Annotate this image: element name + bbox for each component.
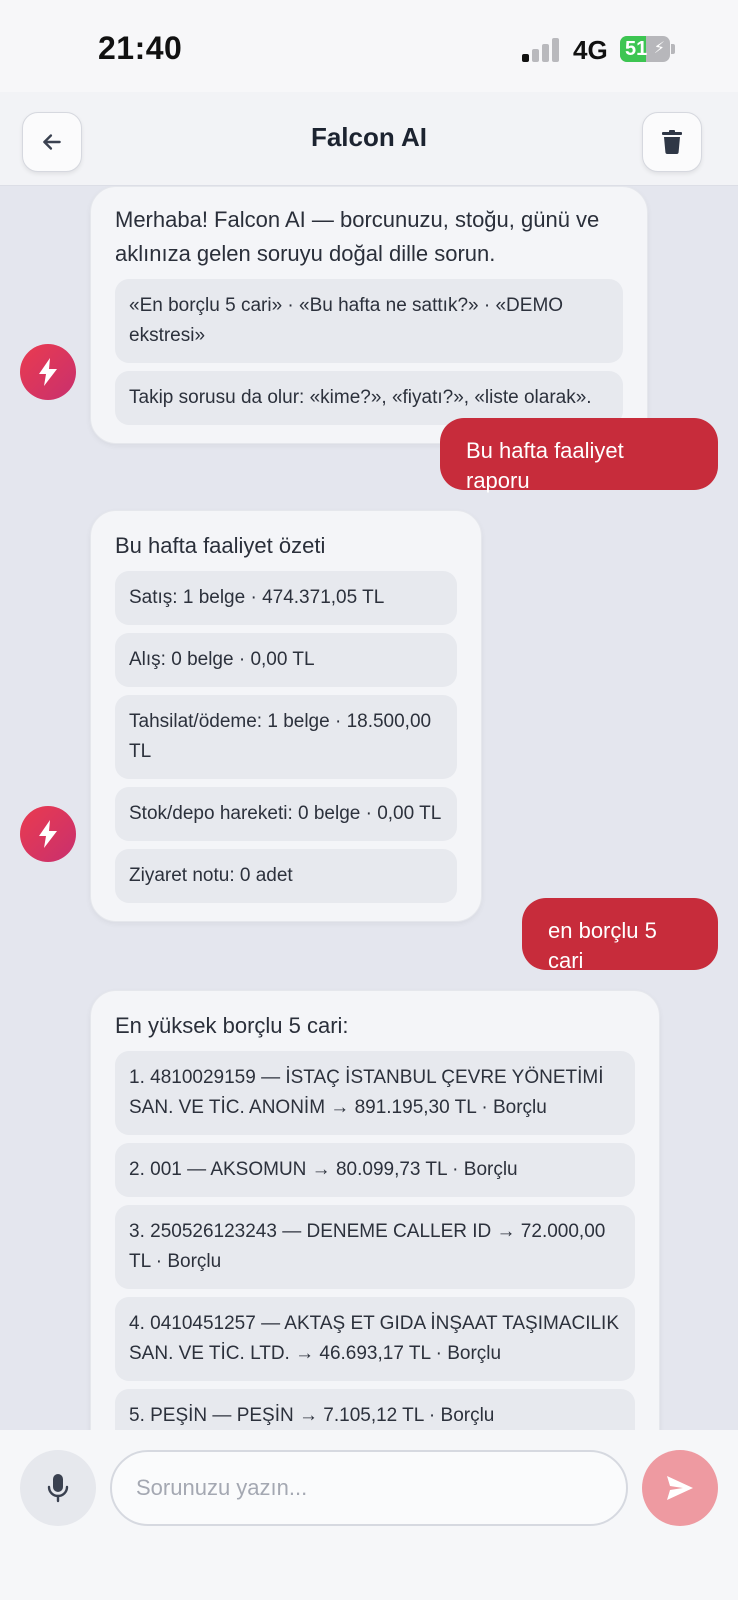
debtor-item: 3. 250526123243 — DENEME CALLER ID → 72.… [115, 1205, 635, 1289]
summary-item: Tahsilat/ödeme: 1 belge · 18.500,00 TL [115, 695, 457, 779]
user-message: en borçlu 5 cari [522, 898, 718, 973]
composer [0, 1430, 738, 1600]
bot-message-welcome: Merhaba! Falcon AI — borcunuzu, stoğu, g… [90, 186, 648, 444]
bot-message-weekly-summary: Bu hafta faaliyet özeti Satış: 1 belge ·… [90, 510, 482, 922]
bot-avatar [20, 806, 76, 862]
send-button[interactable] [642, 1450, 718, 1526]
bolt-icon [39, 820, 57, 848]
summary-item: Ziyaret notu: 0 adet [115, 849, 457, 903]
chat-thread[interactable]: Merhaba! Falcon AI — borcunuzu, stoğu, g… [0, 186, 738, 1430]
summary-item: Alış: 0 belge · 0,00 TL [115, 633, 457, 687]
status-time: 21:40 [98, 30, 183, 66]
bolt-icon [39, 358, 57, 386]
message-title: Bu hafta faaliyet özeti [115, 533, 326, 558]
debtor-item: 2. 001 — AKSOMUN → 80.099,73 TL · Borçlu [115, 1143, 635, 1197]
microphone-icon [47, 1474, 69, 1503]
status-bar: 21:40 4G 51 ⚡ [0, 0, 738, 92]
message-title: En yüksek borçlu 5 cari: [115, 1013, 349, 1038]
suggestion-chip[interactable]: Takip sorusu da olur: «kime?», «fiyatı?»… [115, 371, 623, 425]
bot-avatar [20, 344, 76, 400]
message-text: Merhaba! Falcon AI — borcunuzu, stoğu, g… [115, 207, 600, 266]
voice-input-button[interactable] [20, 1450, 96, 1526]
debtor-item: 5. PEŞİN — PEŞİN → 7.105,12 TL · Borçlu [115, 1389, 635, 1430]
page-title: Falcon AI [310, 122, 428, 152]
summary-item: Satış: 1 belge · 474.371,05 TL [115, 571, 457, 625]
signal-icon [522, 38, 562, 62]
battery-icon: 51 ⚡ [620, 36, 670, 62]
battery-cap [671, 44, 675, 54]
summary-item: Stok/depo hareketi: 0 belge · 0,00 TL [115, 787, 457, 841]
user-message: Bu hafta faaliyet raporu [440, 418, 718, 493]
message-input[interactable] [110, 1450, 628, 1526]
app-header: Falcon AI [0, 92, 738, 186]
charging-icon: ⚡ [653, 40, 665, 57]
trash-icon [662, 130, 682, 154]
debtor-item: 1. 4810029159 — İSTAÇ İSTANBUL ÇEVRE YÖN… [115, 1051, 635, 1135]
debtor-item: 4. 0410451257 — AKTAŞ ET GIDA İNŞAAT TAŞ… [115, 1297, 635, 1381]
clear-chat-button[interactable] [642, 112, 702, 172]
bot-message-top-debtors: En yüksek borçlu 5 cari: 1. 4810029159 —… [90, 990, 660, 1430]
suggestion-chip[interactable]: «En borçlu 5 cari» · «Bu hafta ne sattık… [115, 279, 623, 363]
network-type: 4G [573, 35, 608, 65]
send-icon [667, 1476, 693, 1500]
